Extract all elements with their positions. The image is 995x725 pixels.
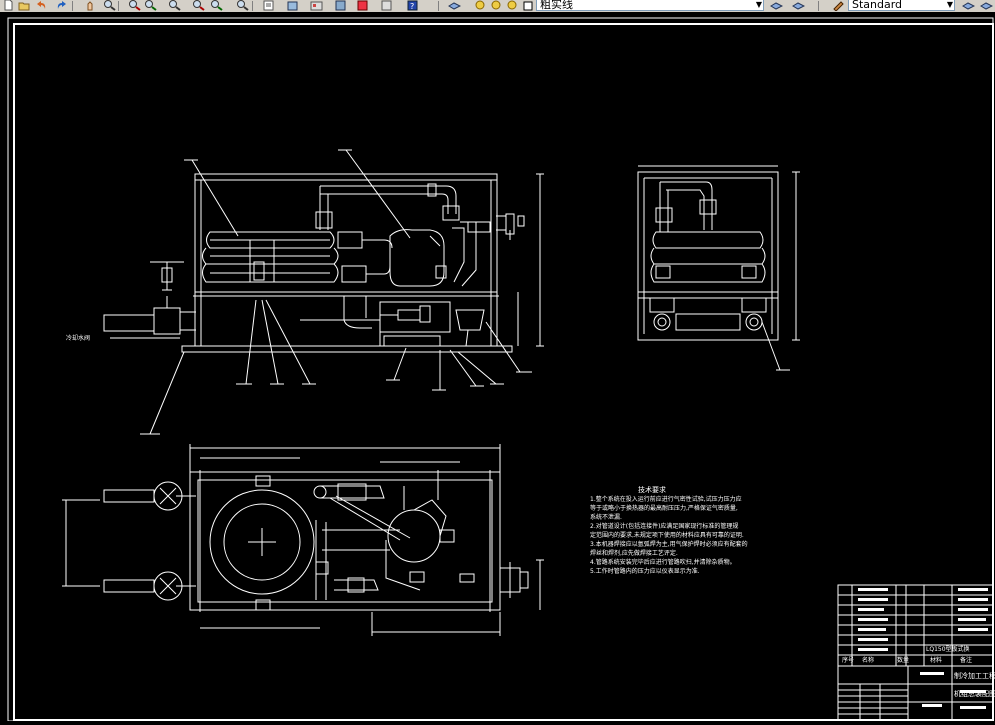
layer-previous-icon[interactable] xyxy=(792,0,805,11)
bom-header-material: 材料 xyxy=(930,656,942,664)
chevron-down-icon: ▼ xyxy=(755,0,762,9)
open-icon[interactable] xyxy=(18,0,31,11)
style-dropdown-value: Standard xyxy=(852,0,903,11)
tech-req-line: 3.本机器焊接应以氩弧焊为主,用气保护焊时必须应有配套的 xyxy=(590,540,748,548)
tech-req-title: 技术要求 xyxy=(638,485,666,494)
help-icon[interactable]: ? xyxy=(406,0,419,11)
layer-state-icon[interactable] xyxy=(474,0,487,11)
tech-req-line: 等于或略小于换热器的最高耐压压力,严格保证气密质量, xyxy=(590,504,738,512)
layer-dropdown-value: 粗实线 xyxy=(540,0,573,11)
toolbar-separator xyxy=(252,1,253,11)
bom-header-remark: 备注 xyxy=(960,656,972,664)
tech-req-line: 4.管路系统安装完毕后应进行管路吹扫,并清除杂质物。 xyxy=(590,558,736,566)
text-style-icon[interactable] xyxy=(832,0,845,11)
tech-req-line: 焊丝和焊剂,应先做焊接工艺评定. xyxy=(590,549,678,557)
layer-manager-icon[interactable] xyxy=(770,0,783,11)
tech-req-line: 1.整个系统在投入运行前应进行气密性试验,试压力压力应 xyxy=(590,495,742,503)
layer-manager-icon[interactable] xyxy=(448,0,461,11)
tool-palette-icon[interactable] xyxy=(310,0,323,11)
toolbar-separator xyxy=(438,1,439,11)
layer-state-icon[interactable] xyxy=(506,0,519,11)
bom-header-no: 序号 xyxy=(842,656,854,664)
zoom-window-icon[interactable] xyxy=(128,0,141,11)
design-center-icon[interactable] xyxy=(286,0,299,11)
company-name: 制冷加工工程设计 xyxy=(954,671,995,680)
front-view xyxy=(103,149,544,435)
markup-icon[interactable] xyxy=(380,0,393,11)
drawing-canvas[interactable]: 冷却水阀 LQ150型板式换 序号 名称 数量 材料 备注 制冷加工工程 机组总… xyxy=(0,12,995,722)
zoom-realtime-icon[interactable] xyxy=(103,0,116,11)
new-icon[interactable] xyxy=(2,0,15,11)
technical-requirements: 技术要求 1.整个系统在投入运行前应进行气密性试验,试压力压力应 等于或略小于换… xyxy=(590,485,748,575)
zoom-previous-icon[interactable] xyxy=(144,0,157,11)
style-dropdown[interactable]: Standard ▼ xyxy=(848,0,955,11)
toolbar-separator xyxy=(118,1,119,11)
pan-icon[interactable] xyxy=(84,0,97,11)
drawing-name: 机组总装配图 xyxy=(954,689,995,698)
inner-frame xyxy=(13,23,994,721)
layer-dropdown[interactable]: 粗实线 ▼ xyxy=(536,0,764,11)
svg-text:?: ? xyxy=(410,2,414,11)
zoom-previous-icon[interactable] xyxy=(236,0,249,11)
side-view xyxy=(637,165,800,371)
top-view xyxy=(62,444,544,636)
bom-note: LQ150型板式换 xyxy=(926,645,970,653)
cad-drawing: 冷却水阀 LQ150型板式换 序号 名称 数量 材料 备注 制冷加工工程 机组总… xyxy=(7,17,995,722)
tech-req-line: 系统不泄漏. xyxy=(590,513,622,521)
markup-icon[interactable] xyxy=(334,0,347,11)
undo-icon[interactable] xyxy=(34,0,47,11)
tool-palette-icon[interactable] xyxy=(356,0,369,11)
title-block xyxy=(837,584,994,721)
layer-manager-icon[interactable] xyxy=(962,0,975,11)
zoom-previous-icon[interactable] xyxy=(210,0,223,11)
bom-header-name: 名称 xyxy=(862,656,874,664)
chevron-down-icon: ▼ xyxy=(946,0,953,9)
toolbar-separator xyxy=(818,1,819,11)
properties-icon[interactable] xyxy=(262,0,275,11)
tech-req-line: 5.工作时管路内的压力应以仪表显示为准. xyxy=(590,567,700,575)
tech-req-line: 定范围内的要求,未规定项下使用的材料应具有可靠的证明. xyxy=(590,531,744,539)
redo-icon[interactable] xyxy=(56,0,69,11)
zoom-window-icon[interactable] xyxy=(192,0,205,11)
layer-manager-icon[interactable] xyxy=(980,0,993,11)
bom-header-qty: 数量 xyxy=(897,656,909,664)
tech-req-line: 2.对管道设计(包括连接件)应满足国家现行标准的管理规 xyxy=(590,522,738,530)
water-inlet-label: 冷却水阀 xyxy=(66,334,90,342)
zoom-realtime-icon[interactable] xyxy=(168,0,181,11)
layer-state-icon[interactable] xyxy=(490,0,503,11)
toolbar-separator xyxy=(72,1,73,11)
layer-state-icon[interactable] xyxy=(522,0,535,11)
